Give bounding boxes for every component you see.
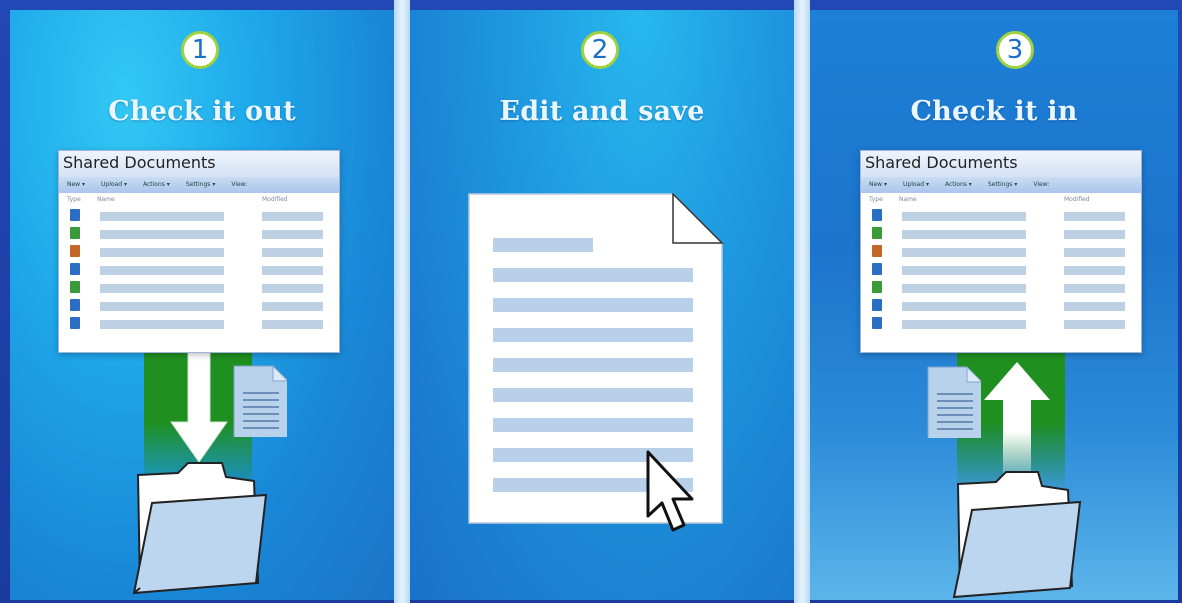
file-name-placeholder	[902, 302, 1026, 311]
file-name-placeholder	[902, 320, 1026, 329]
col-name: Name	[899, 196, 917, 203]
file-type-icon	[872, 209, 882, 221]
file-name-placeholder	[902, 230, 1026, 239]
modified-placeholder	[1064, 284, 1125, 293]
folder-icon	[952, 471, 1082, 599]
file-type-icon	[70, 227, 80, 239]
file-name-placeholder	[100, 230, 224, 239]
file-type-icon	[70, 299, 80, 311]
file-type-icon	[872, 299, 882, 311]
file-name-placeholder	[100, 248, 224, 257]
modified-placeholder	[262, 302, 323, 311]
modified-placeholder	[262, 212, 323, 221]
toolbar-new[interactable]: New ▾	[869, 181, 887, 188]
library-row[interactable]	[861, 207, 1141, 225]
modified-placeholder	[262, 320, 323, 329]
step-2-panel: 2 Edit and save	[410, 10, 794, 600]
modified-placeholder	[1064, 320, 1125, 329]
toolbar-actions[interactable]: Actions ▾	[945, 181, 972, 188]
modified-placeholder	[262, 284, 323, 293]
file-name-placeholder	[902, 248, 1026, 257]
file-type-icon	[872, 317, 882, 329]
library-row[interactable]	[861, 225, 1141, 243]
library-row[interactable]	[59, 225, 339, 243]
toolbar-view[interactable]: View:	[231, 181, 247, 188]
toolbar-upload[interactable]: Upload ▾	[101, 181, 127, 188]
column-headers: Type Name Modified	[59, 193, 339, 207]
modified-placeholder	[262, 230, 323, 239]
toolbar-new[interactable]: New ▾	[67, 181, 85, 188]
col-type: Type	[869, 196, 883, 203]
library-heading: Shared Documents	[59, 151, 339, 177]
panel-divider	[794, 0, 810, 603]
step-1-title: Check it out	[108, 96, 296, 127]
library-heading: Shared Documents	[861, 151, 1141, 177]
down-arrow-icon	[170, 351, 228, 463]
file-name-placeholder	[902, 266, 1026, 275]
file-type-icon	[70, 263, 80, 275]
file-type-icon	[872, 263, 882, 275]
step-2-title: Edit and save	[499, 96, 705, 127]
small-document-icon	[927, 366, 981, 438]
library-toolbar: New ▾ Upload ▾ Actions ▾ Settings ▾ View:	[861, 177, 1141, 193]
col-modified: Modified	[1064, 196, 1090, 203]
modified-placeholder	[1064, 266, 1125, 275]
step-3-number: 3	[996, 31, 1034, 69]
file-name-placeholder	[100, 284, 224, 293]
library-row[interactable]	[59, 243, 339, 261]
toolbar-actions[interactable]: Actions ▾	[143, 181, 170, 188]
modified-placeholder	[1064, 248, 1125, 257]
col-name: Name	[97, 196, 115, 203]
file-type-icon	[872, 245, 882, 257]
file-type-icon	[872, 227, 882, 239]
library-rows	[861, 207, 1141, 333]
file-type-icon	[70, 245, 80, 257]
column-headers: Type Name Modified	[861, 193, 1141, 207]
step-3-panel: 3 Check it in Shared Documents New ▾ Uplo…	[810, 10, 1178, 600]
library-rows	[59, 207, 339, 333]
library-row[interactable]	[59, 261, 339, 279]
file-name-placeholder	[902, 284, 1026, 293]
panel-divider	[394, 0, 410, 603]
library-row[interactable]	[861, 279, 1141, 297]
file-type-icon	[872, 281, 882, 293]
step-2-number: 2	[581, 31, 619, 69]
library-row[interactable]	[59, 207, 339, 225]
file-type-icon	[70, 317, 80, 329]
library-row[interactable]	[861, 261, 1141, 279]
library-row[interactable]	[861, 315, 1141, 333]
file-name-placeholder	[902, 212, 1026, 221]
modified-placeholder	[1064, 212, 1125, 221]
modified-placeholder	[262, 266, 323, 275]
toolbar-upload[interactable]: Upload ▾	[903, 181, 929, 188]
shared-documents-library: Shared Documents New ▾ Upload ▾ Actions ▾ S…	[860, 150, 1142, 353]
folder-icon	[132, 462, 268, 595]
step-1-number: 1	[181, 31, 219, 69]
file-name-placeholder	[100, 212, 224, 221]
library-row[interactable]	[59, 297, 339, 315]
library-row[interactable]	[59, 279, 339, 297]
step-1-panel: 1 Check it out Shared Documents New ▾ Upl…	[10, 10, 394, 600]
col-modified: Modified	[262, 196, 288, 203]
file-type-icon	[70, 281, 80, 293]
file-name-placeholder	[100, 266, 224, 275]
toolbar-view[interactable]: View:	[1033, 181, 1049, 188]
modified-placeholder	[1064, 302, 1125, 311]
shared-documents-library: Shared Documents New ▾ Upload ▾ Actions ▾ S…	[58, 150, 340, 353]
step-3-title: Check it in	[910, 96, 1078, 127]
file-name-placeholder	[100, 320, 224, 329]
col-type: Type	[67, 196, 81, 203]
toolbar-settings[interactable]: Settings ▾	[988, 181, 1018, 188]
toolbar-settings[interactable]: Settings ▾	[186, 181, 216, 188]
library-row[interactable]	[59, 315, 339, 333]
mouse-cursor-icon	[646, 450, 694, 532]
file-name-placeholder	[100, 302, 224, 311]
modified-placeholder	[1064, 230, 1125, 239]
library-row[interactable]	[861, 243, 1141, 261]
modified-placeholder	[262, 248, 323, 257]
small-document-icon	[233, 365, 287, 437]
library-row[interactable]	[861, 297, 1141, 315]
file-type-icon	[70, 209, 80, 221]
library-toolbar: New ▾ Upload ▾ Actions ▾ Settings ▾ View:	[59, 177, 339, 193]
